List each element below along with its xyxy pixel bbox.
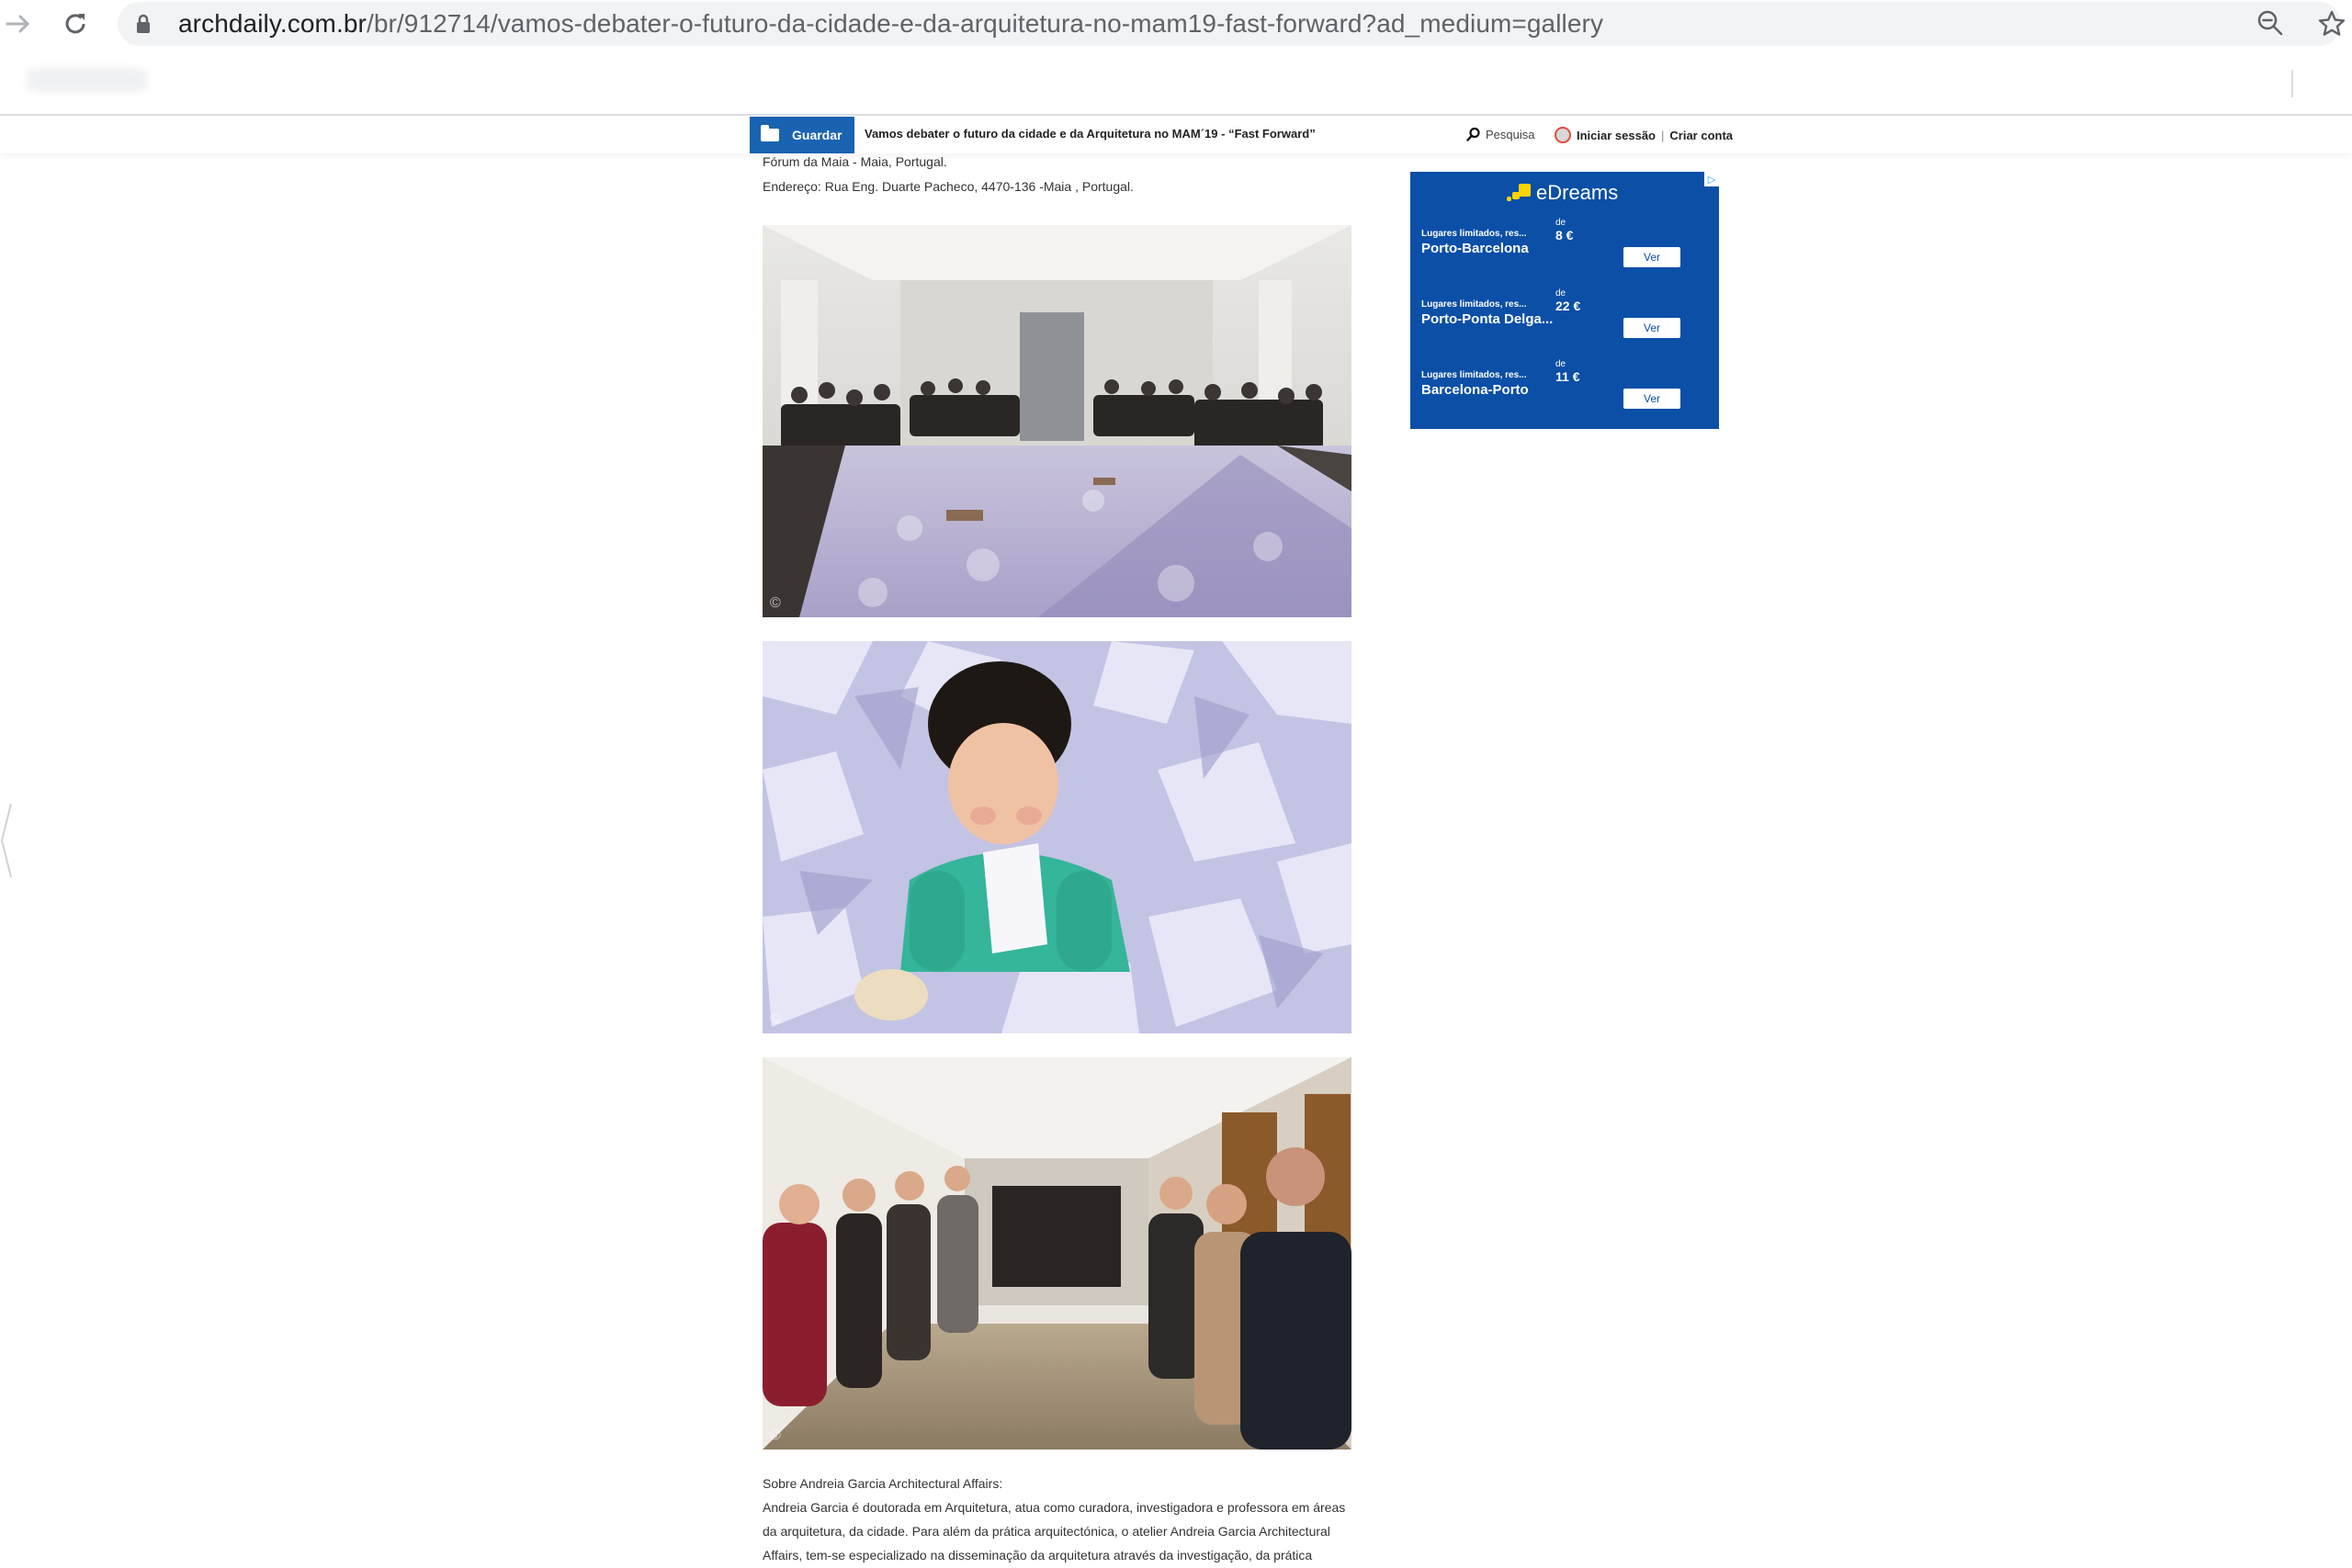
save-button-label: Guardar [792, 128, 842, 142]
url-text[interactable]: archdaily.com.br/br/912714/vamos-debater… [178, 9, 1603, 39]
ad-offer-price: 11 € [1555, 369, 1580, 384]
ad-offer[interactable]: Lugares limitados, res... Porto-Barcelon… [1421, 218, 1706, 282]
bookmark-item[interactable] [28, 68, 147, 92]
edreams-logo-icon [1507, 184, 1531, 202]
edreams-ad[interactable]: ▷ eDreams Lugares limitados, res... Port… [1410, 172, 1719, 429]
ad-offer-button[interactable]: Ver [1623, 318, 1680, 338]
ad-offer-note: Lugares limitados, res... [1421, 229, 1527, 239]
account-links: Iniciar sessão | Criar conta [1555, 127, 1733, 143]
star-icon[interactable] [2317, 9, 2346, 43]
login-link[interactable]: Iniciar sessão [1577, 129, 1656, 142]
child-image [763, 641, 1351, 1033]
ad-offer-button[interactable]: Ver [1623, 247, 1680, 267]
url-host: archdaily.com.br [178, 9, 367, 38]
browser-toolbar: archdaily.com.br/br/912714/vamos-debater… [0, 0, 2352, 48]
toolbar-divider [2291, 70, 2293, 97]
folder-icon [761, 125, 779, 141]
photo-credit-icon: © [770, 595, 781, 611]
crowd-image [763, 1057, 1351, 1450]
venue-line: Fórum da Maia - Maia, Portugal. [763, 154, 947, 169]
ad-offer-from: de [1555, 218, 1566, 228]
search-icon [1466, 127, 1480, 141]
bookmarks-bar [0, 48, 2352, 116]
about-paragraph-line: da arquitetura, da cidade. Para além da … [763, 1524, 1330, 1539]
gallery-photo-crowd[interactable]: © [763, 1057, 1351, 1450]
avatar-icon [1555, 127, 1571, 143]
lock-icon[interactable] [136, 14, 151, 39]
address-line: Endereço: Rua Eng. Duarte Pacheco, 4470-… [763, 179, 1134, 194]
ad-offer[interactable]: Lugares limitados, res... Barcelona-Port… [1421, 359, 1706, 423]
gallery-photo-child[interactable]: © [763, 641, 1351, 1033]
ad-offer-button[interactable]: Ver [1623, 389, 1680, 409]
about-heading: Sobre Andreia Garcia Architectural Affai… [763, 1476, 1003, 1491]
ad-offer-route: Barcelona-Porto [1421, 382, 1529, 398]
previous-arrow-icon[interactable] [0, 799, 13, 886]
exhibition-image [763, 225, 1351, 617]
link-separator: | [1661, 128, 1665, 142]
ad-offer-route: Porto-Barcelona [1421, 241, 1529, 256]
site-header: Guardar Vamos debater o futuro da cidade… [0, 117, 2352, 153]
ad-offer-from: de [1555, 288, 1566, 299]
ad-offer-note: Lugares limitados, res... [1421, 299, 1527, 310]
reload-icon[interactable] [57, 6, 94, 42]
signup-link[interactable]: Criar conta [1669, 129, 1733, 142]
about-paragraph-line: Andreia Garcia é doutorada em Arquitetur… [763, 1500, 1346, 1515]
ad-offer-from: de [1555, 359, 1566, 369]
ad-offer-price: 8 € [1555, 228, 1574, 243]
ad-offer-route: Porto-Ponta Delga... [1421, 311, 1554, 327]
photo-credit-icon: © [770, 1427, 781, 1443]
save-button[interactable]: Guardar [750, 117, 854, 153]
article-title: Vamos debater o futuro da cidade e da Ar… [865, 127, 1316, 141]
search-label: Pesquisa [1486, 127, 1535, 141]
ad-offer[interactable]: Lugares limitados, res... Porto-Ponta De… [1421, 288, 1706, 353]
zoom-icon[interactable] [2256, 9, 2284, 41]
ad-brand-name: eDreams [1536, 181, 1619, 204]
photo-credit-icon: © [770, 1011, 781, 1027]
about-paragraph-line: Affairs, tem-se especializado na dissemi… [763, 1548, 1313, 1562]
adchoices-icon[interactable]: ▷ [1704, 172, 1719, 186]
url-path: /br/912714/vamos-debater-o-futuro-da-cid… [366, 9, 1604, 38]
ad-offer-note: Lugares limitados, res... [1421, 370, 1527, 380]
gallery-photo-exhibition[interactable]: © [763, 225, 1351, 617]
ad-brand: eDreams [1507, 181, 1618, 205]
search-link[interactable]: Pesquisa [1466, 127, 1534, 141]
ad-offer-price: 22 € [1555, 299, 1581, 313]
forward-arrow-icon[interactable] [0, 6, 37, 42]
